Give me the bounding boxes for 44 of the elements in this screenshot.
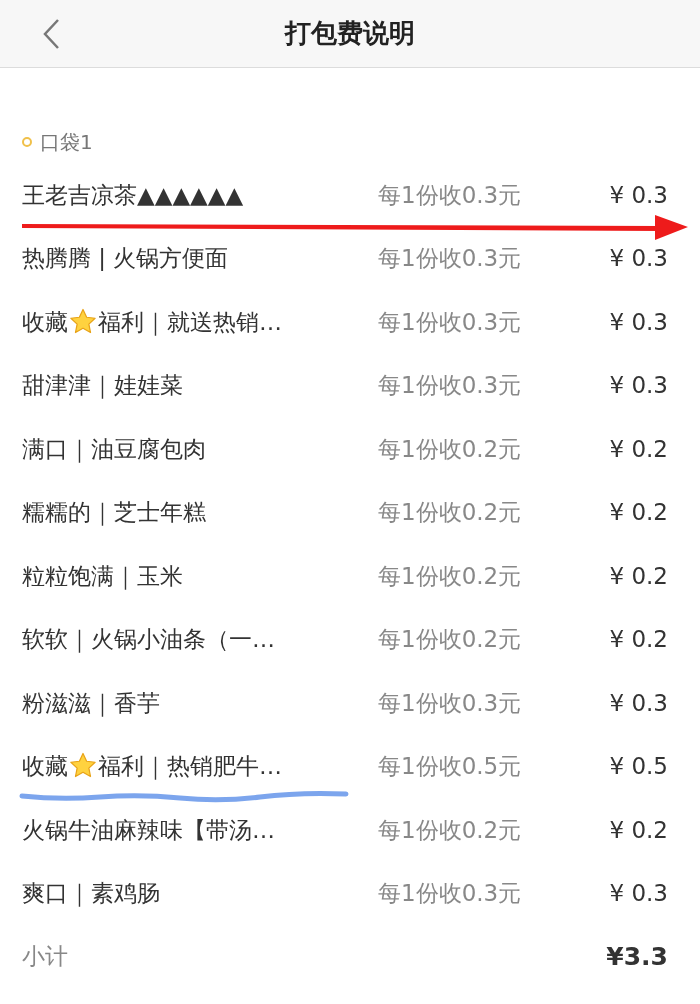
fee-rule: 每1份收0.2元 bbox=[378, 498, 522, 527]
item-name: 糯糯的｜芝士年糕 bbox=[22, 498, 206, 528]
subtotal-label: 小计 bbox=[22, 942, 68, 972]
item-name: 甜津津｜娃娃菜 bbox=[22, 371, 183, 401]
item-name: 火锅牛油麻辣味【带汤… bbox=[22, 815, 275, 845]
fee-rule: 每1份收0.3元 bbox=[378, 307, 522, 337]
item-name: 福利｜就送热销… bbox=[98, 307, 282, 338]
item-price: ¥ 0.3 bbox=[609, 371, 668, 400]
item-name: 福利｜热销肥牛… bbox=[98, 752, 282, 782]
item-name: 爽口｜素鸡肠 bbox=[22, 879, 160, 909]
subtotal-value: ¥3.3 bbox=[606, 940, 668, 973]
item-price: ¥ 0.3 bbox=[609, 180, 668, 210]
item-price: ¥ 0.2 bbox=[609, 561, 668, 591]
item-price: ¥ 0.3 bbox=[609, 307, 668, 337]
bullet-icon bbox=[22, 137, 32, 147]
fee-rule: 每1份收0.3元 bbox=[378, 879, 522, 908]
chevron-left-icon bbox=[42, 18, 60, 50]
item-price: ¥ 0.2 bbox=[609, 815, 668, 845]
item-price: ¥ 0.2 bbox=[609, 434, 668, 464]
fee-rule: 每1份收0.3元 bbox=[378, 371, 522, 400]
page-title: 打包费说明 bbox=[285, 17, 415, 50]
item-price: ¥ 0.2 bbox=[609, 625, 668, 654]
fee-rule: 每1份收0.2元 bbox=[378, 434, 522, 464]
fee-rule: 每1份收0.3元 bbox=[378, 244, 522, 273]
item-name: 满口｜油豆腐包肉 bbox=[22, 434, 206, 465]
fee-rule: 每1份收0.3元 bbox=[378, 180, 522, 210]
item-price: ¥ 0.3 bbox=[609, 879, 668, 908]
item-name: 收藏 bbox=[22, 752, 68, 781]
item-price: ¥ 0.3 bbox=[609, 688, 668, 718]
item-price: ¥ 0.3 bbox=[609, 244, 668, 273]
item-name: 收藏 bbox=[22, 307, 68, 337]
fee-rule: 每1份收0.2元 bbox=[378, 561, 522, 591]
item-price: ¥ 0.5 bbox=[609, 752, 668, 781]
fee-rule: 每1份收0.3元 bbox=[378, 688, 522, 718]
fee-rule: 每1份收0.2元 bbox=[378, 625, 522, 654]
item-name: 粉滋滋｜香芋 bbox=[22, 688, 160, 719]
fee-rule: 每1份收0.5元 bbox=[378, 752, 522, 781]
item-name: 王老吉凉茶▲▲▲▲▲▲ bbox=[22, 180, 244, 210]
item-name: 软软｜火锅小油条（一… bbox=[22, 625, 275, 655]
fee-rule: 每1份收0.2元 bbox=[378, 815, 522, 845]
item-price: ¥ 0.2 bbox=[609, 498, 668, 527]
item-name: 热腾腾 | 火锅方便面 bbox=[22, 244, 229, 273]
item-name: 粒粒饱满｜玉米 bbox=[22, 561, 183, 592]
pocket-label: 口袋1 bbox=[40, 129, 93, 156]
